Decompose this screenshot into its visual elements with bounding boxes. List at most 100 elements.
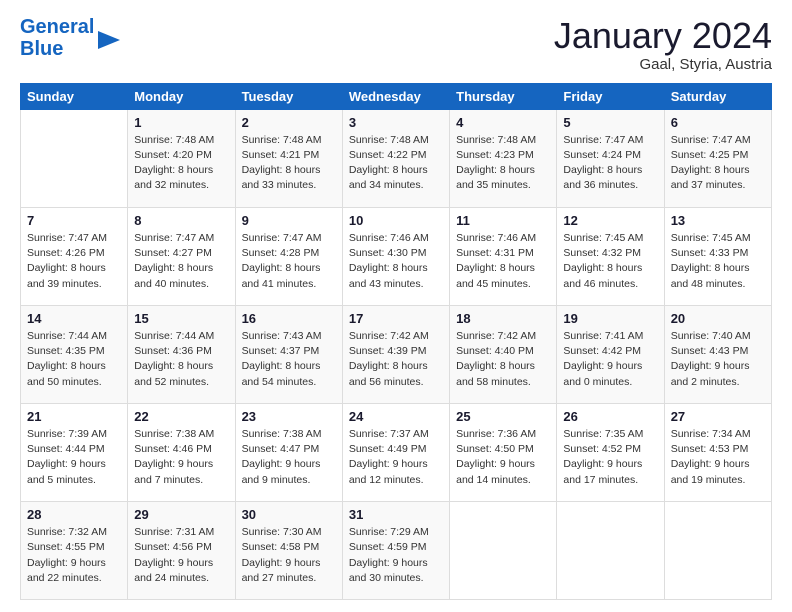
day-number: 7 (27, 212, 121, 230)
day-cell: 10Sunrise: 7:46 AM Sunset: 4:30 PM Dayli… (342, 207, 449, 305)
day-cell: 2Sunrise: 7:48 AM Sunset: 4:21 PM Daylig… (235, 109, 342, 207)
day-number: 5 (563, 114, 657, 132)
day-cell: 31Sunrise: 7:29 AM Sunset: 4:59 PM Dayli… (342, 501, 449, 599)
logo-blue: Blue (20, 38, 63, 60)
day-cell: 19Sunrise: 7:41 AM Sunset: 4:42 PM Dayli… (557, 305, 664, 403)
logo-arrow-icon (98, 31, 120, 49)
day-cell: 5Sunrise: 7:47 AM Sunset: 4:24 PM Daylig… (557, 109, 664, 207)
day-cell: 1Sunrise: 7:48 AM Sunset: 4:20 PM Daylig… (128, 109, 235, 207)
day-number: 1 (134, 114, 228, 132)
day-number: 28 (27, 506, 121, 524)
day-cell: 8Sunrise: 7:47 AM Sunset: 4:27 PM Daylig… (128, 207, 235, 305)
day-cell: 9Sunrise: 7:47 AM Sunset: 4:28 PM Daylig… (235, 207, 342, 305)
day-info: Sunrise: 7:31 AM Sunset: 4:56 PM Dayligh… (134, 525, 228, 586)
page: General Blue January 2024 Gaal, Styria, … (0, 0, 792, 612)
day-info: Sunrise: 7:42 AM Sunset: 4:40 PM Dayligh… (456, 329, 550, 390)
day-info: Sunrise: 7:46 AM Sunset: 4:31 PM Dayligh… (456, 231, 550, 292)
day-number: 3 (349, 114, 443, 132)
day-number: 24 (349, 408, 443, 426)
day-cell: 12Sunrise: 7:45 AM Sunset: 4:32 PM Dayli… (557, 207, 664, 305)
day-number: 11 (456, 212, 550, 230)
day-number: 21 (27, 408, 121, 426)
day-info: Sunrise: 7:45 AM Sunset: 4:32 PM Dayligh… (563, 231, 657, 292)
header-row: Sunday Monday Tuesday Wednesday Thursday… (21, 83, 772, 109)
day-number: 19 (563, 310, 657, 328)
day-info: Sunrise: 7:48 AM Sunset: 4:23 PM Dayligh… (456, 133, 550, 194)
day-cell: 14Sunrise: 7:44 AM Sunset: 4:35 PM Dayli… (21, 305, 128, 403)
day-cell: 11Sunrise: 7:46 AM Sunset: 4:31 PM Dayli… (450, 207, 557, 305)
day-cell: 4Sunrise: 7:48 AM Sunset: 4:23 PM Daylig… (450, 109, 557, 207)
logo-text: General Blue (20, 16, 94, 60)
week-row-3: 14Sunrise: 7:44 AM Sunset: 4:35 PM Dayli… (21, 305, 772, 403)
day-number: 6 (671, 114, 765, 132)
day-cell: 23Sunrise: 7:38 AM Sunset: 4:47 PM Dayli… (235, 403, 342, 501)
day-cell: 17Sunrise: 7:42 AM Sunset: 4:39 PM Dayli… (342, 305, 449, 403)
day-info: Sunrise: 7:41 AM Sunset: 4:42 PM Dayligh… (563, 329, 657, 390)
day-number: 12 (563, 212, 657, 230)
week-row-2: 7Sunrise: 7:47 AM Sunset: 4:26 PM Daylig… (21, 207, 772, 305)
day-number: 13 (671, 212, 765, 230)
day-cell: 20Sunrise: 7:40 AM Sunset: 4:43 PM Dayli… (664, 305, 771, 403)
col-sunday: Sunday (21, 83, 128, 109)
day-info: Sunrise: 7:42 AM Sunset: 4:39 PM Dayligh… (349, 329, 443, 390)
day-number: 30 (242, 506, 336, 524)
title-area: January 2024 Gaal, Styria, Austria (554, 16, 772, 73)
day-info: Sunrise: 7:47 AM Sunset: 4:26 PM Dayligh… (27, 231, 121, 292)
week-row-1: 1Sunrise: 7:48 AM Sunset: 4:20 PM Daylig… (21, 109, 772, 207)
col-thursday: Thursday (450, 83, 557, 109)
day-info: Sunrise: 7:44 AM Sunset: 4:36 PM Dayligh… (134, 329, 228, 390)
day-number: 15 (134, 310, 228, 328)
day-cell: 28Sunrise: 7:32 AM Sunset: 4:55 PM Dayli… (21, 501, 128, 599)
day-cell: 25Sunrise: 7:36 AM Sunset: 4:50 PM Dayli… (450, 403, 557, 501)
day-info: Sunrise: 7:38 AM Sunset: 4:47 PM Dayligh… (242, 427, 336, 488)
day-info: Sunrise: 7:45 AM Sunset: 4:33 PM Dayligh… (671, 231, 765, 292)
day-info: Sunrise: 7:32 AM Sunset: 4:55 PM Dayligh… (27, 525, 121, 586)
day-info: Sunrise: 7:35 AM Sunset: 4:52 PM Dayligh… (563, 427, 657, 488)
day-info: Sunrise: 7:44 AM Sunset: 4:35 PM Dayligh… (27, 329, 121, 390)
day-info: Sunrise: 7:46 AM Sunset: 4:30 PM Dayligh… (349, 231, 443, 292)
day-info: Sunrise: 7:40 AM Sunset: 4:43 PM Dayligh… (671, 329, 765, 390)
day-number: 25 (456, 408, 550, 426)
day-cell: 16Sunrise: 7:43 AM Sunset: 4:37 PM Dayli… (235, 305, 342, 403)
day-cell: 30Sunrise: 7:30 AM Sunset: 4:58 PM Dayli… (235, 501, 342, 599)
day-cell: 18Sunrise: 7:42 AM Sunset: 4:40 PM Dayli… (450, 305, 557, 403)
logo-general: General (20, 16, 94, 38)
day-info: Sunrise: 7:47 AM Sunset: 4:27 PM Dayligh… (134, 231, 228, 292)
day-cell (557, 501, 664, 599)
day-info: Sunrise: 7:36 AM Sunset: 4:50 PM Dayligh… (456, 427, 550, 488)
day-cell (21, 109, 128, 207)
day-info: Sunrise: 7:47 AM Sunset: 4:25 PM Dayligh… (671, 133, 765, 194)
day-number: 14 (27, 310, 121, 328)
day-number: 29 (134, 506, 228, 524)
col-tuesday: Tuesday (235, 83, 342, 109)
day-number: 2 (242, 114, 336, 132)
day-cell: 22Sunrise: 7:38 AM Sunset: 4:46 PM Dayli… (128, 403, 235, 501)
day-number: 10 (349, 212, 443, 230)
day-info: Sunrise: 7:29 AM Sunset: 4:59 PM Dayligh… (349, 525, 443, 586)
day-number: 18 (456, 310, 550, 328)
day-info: Sunrise: 7:48 AM Sunset: 4:22 PM Dayligh… (349, 133, 443, 194)
day-cell: 29Sunrise: 7:31 AM Sunset: 4:56 PM Dayli… (128, 501, 235, 599)
day-cell: 3Sunrise: 7:48 AM Sunset: 4:22 PM Daylig… (342, 109, 449, 207)
day-cell: 15Sunrise: 7:44 AM Sunset: 4:36 PM Dayli… (128, 305, 235, 403)
day-number: 16 (242, 310, 336, 328)
subtitle: Gaal, Styria, Austria (554, 56, 772, 73)
day-info: Sunrise: 7:43 AM Sunset: 4:37 PM Dayligh… (242, 329, 336, 390)
day-info: Sunrise: 7:38 AM Sunset: 4:46 PM Dayligh… (134, 427, 228, 488)
day-cell: 26Sunrise: 7:35 AM Sunset: 4:52 PM Dayli… (557, 403, 664, 501)
day-info: Sunrise: 7:48 AM Sunset: 4:21 PM Dayligh… (242, 133, 336, 194)
day-cell: 13Sunrise: 7:45 AM Sunset: 4:33 PM Dayli… (664, 207, 771, 305)
day-number: 26 (563, 408, 657, 426)
day-cell (664, 501, 771, 599)
col-wednesday: Wednesday (342, 83, 449, 109)
day-number: 20 (671, 310, 765, 328)
week-row-5: 28Sunrise: 7:32 AM Sunset: 4:55 PM Dayli… (21, 501, 772, 599)
day-number: 27 (671, 408, 765, 426)
col-monday: Monday (128, 83, 235, 109)
day-number: 4 (456, 114, 550, 132)
col-saturday: Saturday (664, 83, 771, 109)
day-number: 8 (134, 212, 228, 230)
day-cell: 27Sunrise: 7:34 AM Sunset: 4:53 PM Dayli… (664, 403, 771, 501)
day-cell: 24Sunrise: 7:37 AM Sunset: 4:49 PM Dayli… (342, 403, 449, 501)
day-info: Sunrise: 7:34 AM Sunset: 4:53 PM Dayligh… (671, 427, 765, 488)
